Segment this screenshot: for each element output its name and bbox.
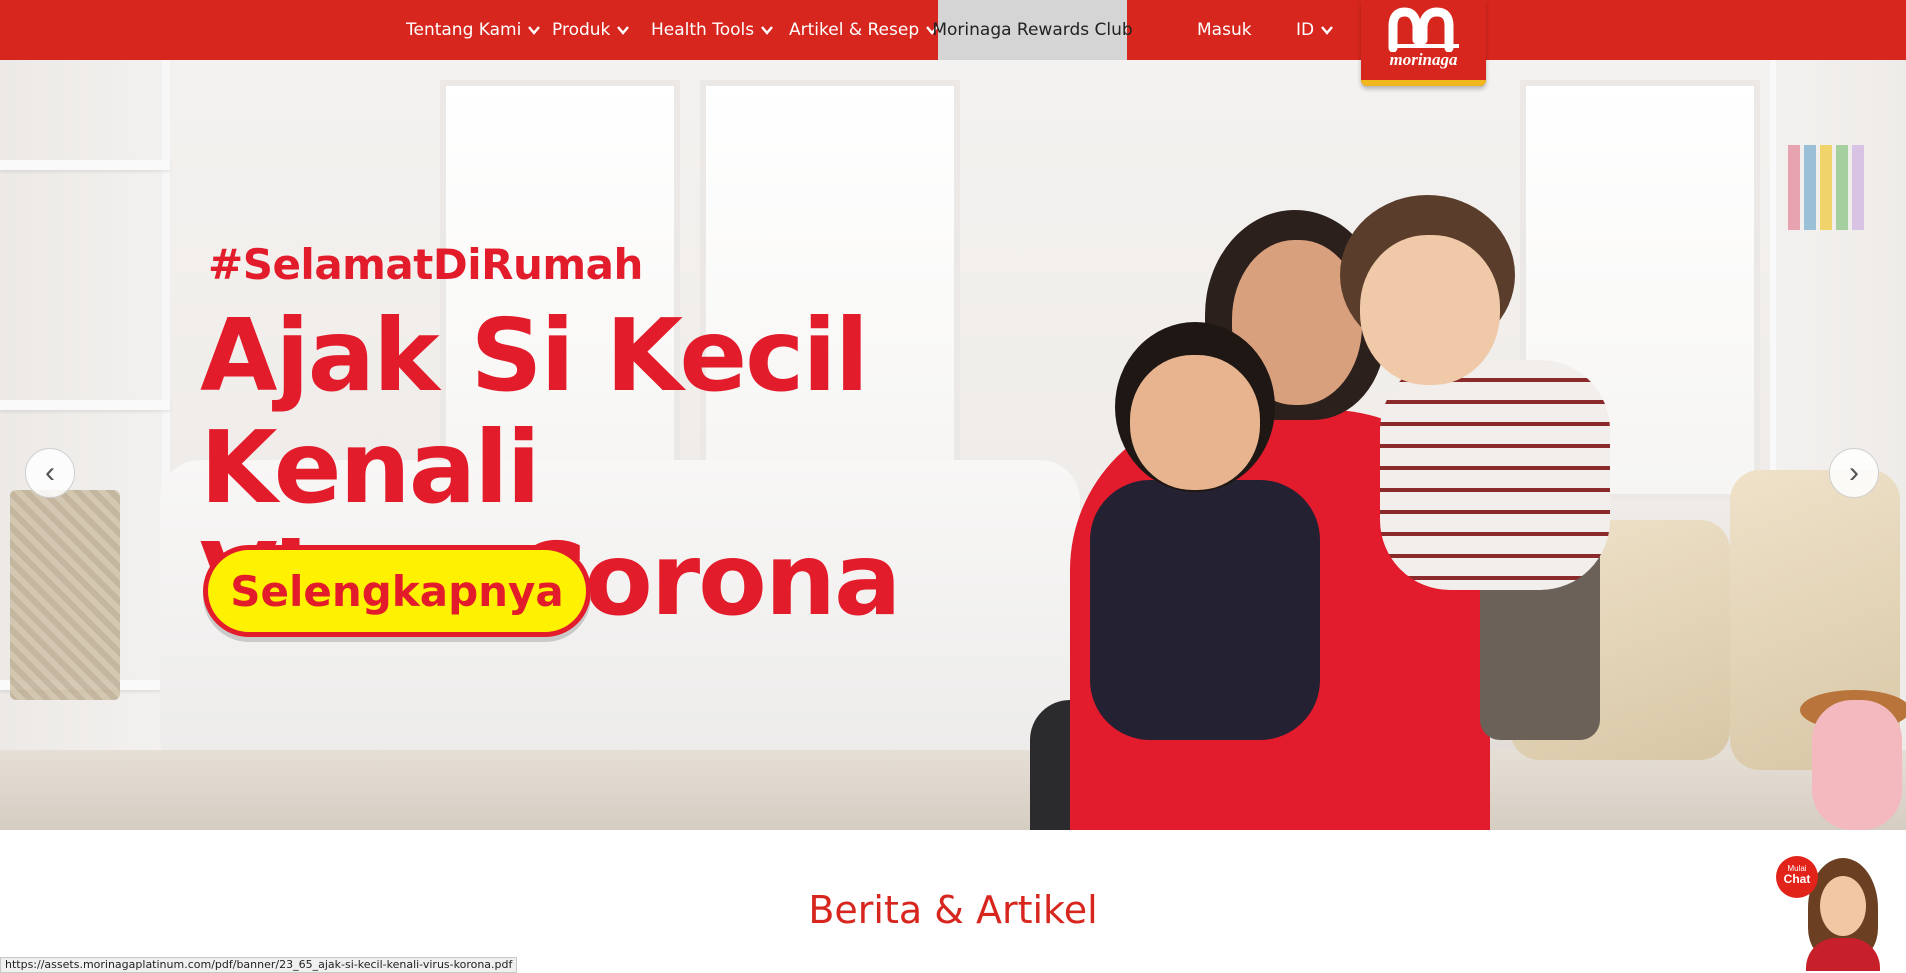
chevron-left-icon: ‹ [45, 456, 55, 489]
chat-bubble: Mulai Chat [1776, 856, 1818, 898]
chat-avatar-face [1820, 876, 1866, 936]
read-more-button[interactable]: Selengkapnya [203, 545, 591, 637]
book [1804, 145, 1816, 230]
hero-banner[interactable]: #SelamatDiRumah Ajak Si Kecil Kenali Vir… [0, 60, 1906, 830]
language-selector[interactable]: ID [1296, 0, 1334, 60]
carousel-next-button[interactable]: › [1829, 448, 1879, 498]
chevron-right-icon: › [1849, 456, 1859, 489]
section-title: Berita & Artikel [808, 888, 1098, 932]
chevron-down-icon [760, 23, 774, 37]
chat-bubble-line2: Chat [1783, 872, 1811, 886]
chevron-down-icon [1320, 23, 1334, 37]
book [1852, 145, 1864, 230]
login-link[interactable]: Masuk [1197, 0, 1252, 60]
nav-item-produk[interactable]: Produk [552, 0, 630, 60]
shelf-board [0, 400, 170, 410]
hero-hashtag: #SelamatDiRumah [208, 240, 643, 289]
nav-item-rewards-club[interactable]: Morinaga Rewards Club [932, 0, 1133, 60]
photo-girl-body [1090, 480, 1320, 740]
hero-title-line: Ajak Si Kecil Kenali [200, 297, 869, 526]
photo-girl-face [1130, 355, 1260, 490]
nav-item-label: Produk [552, 20, 611, 40]
morinaga-logo[interactable]: morinaga [1361, 0, 1486, 86]
nav-item-label: Health Tools [651, 20, 755, 40]
book [1820, 145, 1832, 230]
logo-wordmark: morinaga [1389, 50, 1458, 69]
carousel-prev-button[interactable]: ‹ [25, 448, 75, 498]
nav-item-tentang-kami[interactable]: Tentang Kami [406, 0, 541, 60]
nav-item-label: Artikel & Resep [789, 20, 920, 40]
photo-boy-body [1380, 360, 1610, 590]
nav-item-label: Tentang Kami [406, 20, 522, 40]
book [1836, 145, 1848, 230]
chat-widget[interactable]: Mulai Chat [1776, 856, 1886, 971]
photo-boy-face [1360, 235, 1500, 385]
chevron-down-icon [616, 23, 630, 37]
toy-doll [1812, 700, 1902, 830]
background-carpet [0, 750, 1906, 830]
top-navigation-bar: Tentang Kami Produk Health Tools Artikel… [0, 0, 1906, 86]
background-basket [10, 490, 120, 700]
shelf-board [0, 160, 170, 170]
nav-item-health-tools[interactable]: Health Tools [651, 0, 774, 60]
language-label: ID [1296, 20, 1315, 40]
book [1788, 145, 1800, 230]
nav-item-artikel-resep[interactable]: Artikel & Resep [789, 0, 939, 60]
status-bar-url: https://assets.morinagaplatinum.com/pdf/… [0, 957, 518, 973]
logo-mark-icon [1388, 7, 1459, 52]
chevron-down-icon [527, 23, 541, 37]
